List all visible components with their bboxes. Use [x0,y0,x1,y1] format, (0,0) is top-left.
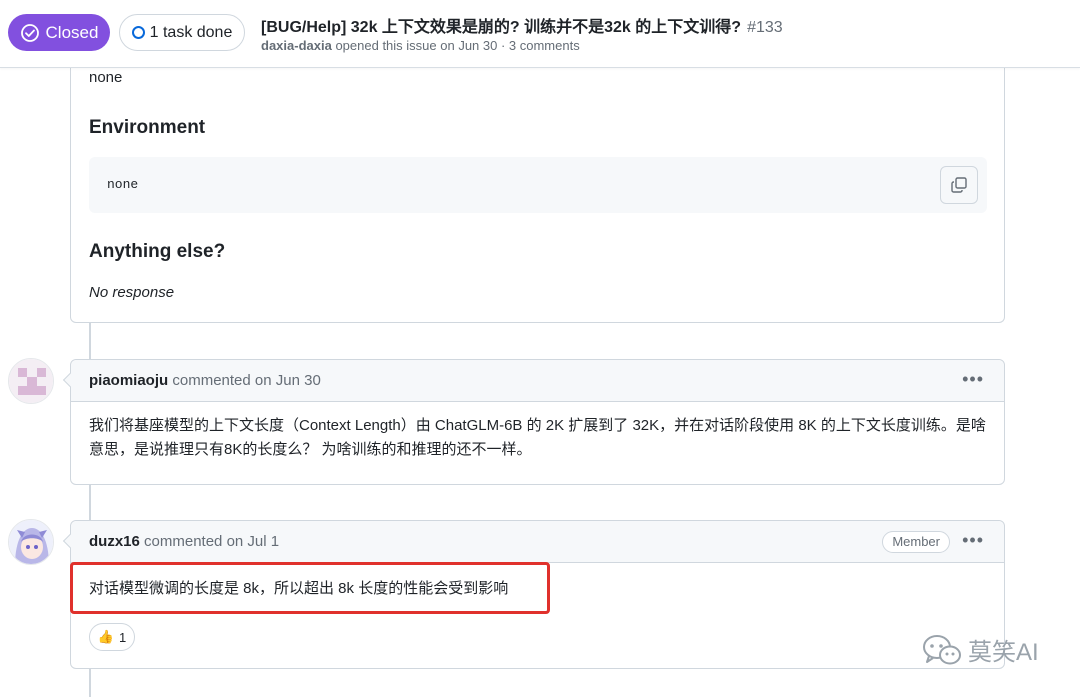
comment-author-line: duzx16 commented on Jul 1 [89,533,279,550]
thumbs-up-reaction[interactable]: 👍 1 [89,623,135,651]
body-top-text: none [89,69,123,86]
wechat-icon [923,634,961,664]
closed-check-icon [20,23,39,42]
member-badge: Member [882,531,950,553]
watermark: 莫笑AI [922,632,1039,667]
environment-code: none [107,177,139,192]
issue-header: Closed 1 task done [BUG/Help] 32k 上下文效果是… [0,0,1080,68]
issue-meta-text: opened this issue on Jun 30 · 3 comments [335,38,580,53]
issue-number: #133 [747,19,783,36]
copy-button[interactable] [940,166,978,204]
task-label: 1 task done [149,23,233,41]
comment-header: piaomiaoju commented on Jun 30 ••• [71,360,1004,402]
comment-header: duzx16 commented on Jul 1 Member ••• [71,521,1004,563]
reaction-count: 1 [118,629,127,645]
issue-title-text: [BUG/Help] 32k 上下文效果是崩的? 训练并不是32k 的上下文训得… [261,19,742,36]
identicon-avatar-icon [9,359,53,403]
anything-else-text: No response [89,284,175,301]
anything-else-heading: Anything else? [89,241,226,262]
copy-icon [951,177,967,193]
environment-code-block: none [89,157,987,213]
comment-body: 我们将基座模型的上下文长度（Context Length）由 ChatGLM-6… [89,417,986,458]
comment-author[interactable]: piaomiaoju [89,372,168,389]
state-label: Closed [45,22,99,42]
comment-action[interactable]: commented on Jun 30 [172,372,320,389]
thumbs-up-icon: 👍 [97,629,114,644]
issue-author-link[interactable]: daxia-daxia [261,38,332,53]
comment-author-line: piaomiaoju commented on Jun 30 [89,372,321,389]
issue-meta: daxia-daxia opened this issue on Jun 30 … [261,38,580,53]
closed-state-badge: Closed [8,14,110,51]
comment-duzx16: duzx16 commented on Jul 1 Member ••• 对话模… [70,520,1005,669]
comment-action[interactable]: commented on Jul 1 [144,533,279,550]
comment-body: 对话模型微调的长度是 8k，所以超出 8k 长度的性能会受到影响 [89,580,509,597]
watermark-text: 莫笑AI [968,639,1039,666]
more-options-icon[interactable]: ••• [962,530,984,551]
avatar[interactable] [8,519,54,565]
task-progress-icon [131,26,145,39]
more-options-icon[interactable]: ••• [962,369,984,390]
anime-avatar-icon [9,520,53,564]
environment-heading: Environment [89,117,206,138]
tasks-badge[interactable]: 1 task done [119,14,245,51]
comment-piaomiaoju: piaomiaoju commented on Jun 30 ••• 我们将基座… [70,359,1005,485]
issue-title: [BUG/Help] 32k 上下文效果是崩的? 训练并不是32k 的上下文训得… [261,13,783,37]
comment-author[interactable]: duzx16 [89,533,140,550]
avatar[interactable] [8,358,54,404]
